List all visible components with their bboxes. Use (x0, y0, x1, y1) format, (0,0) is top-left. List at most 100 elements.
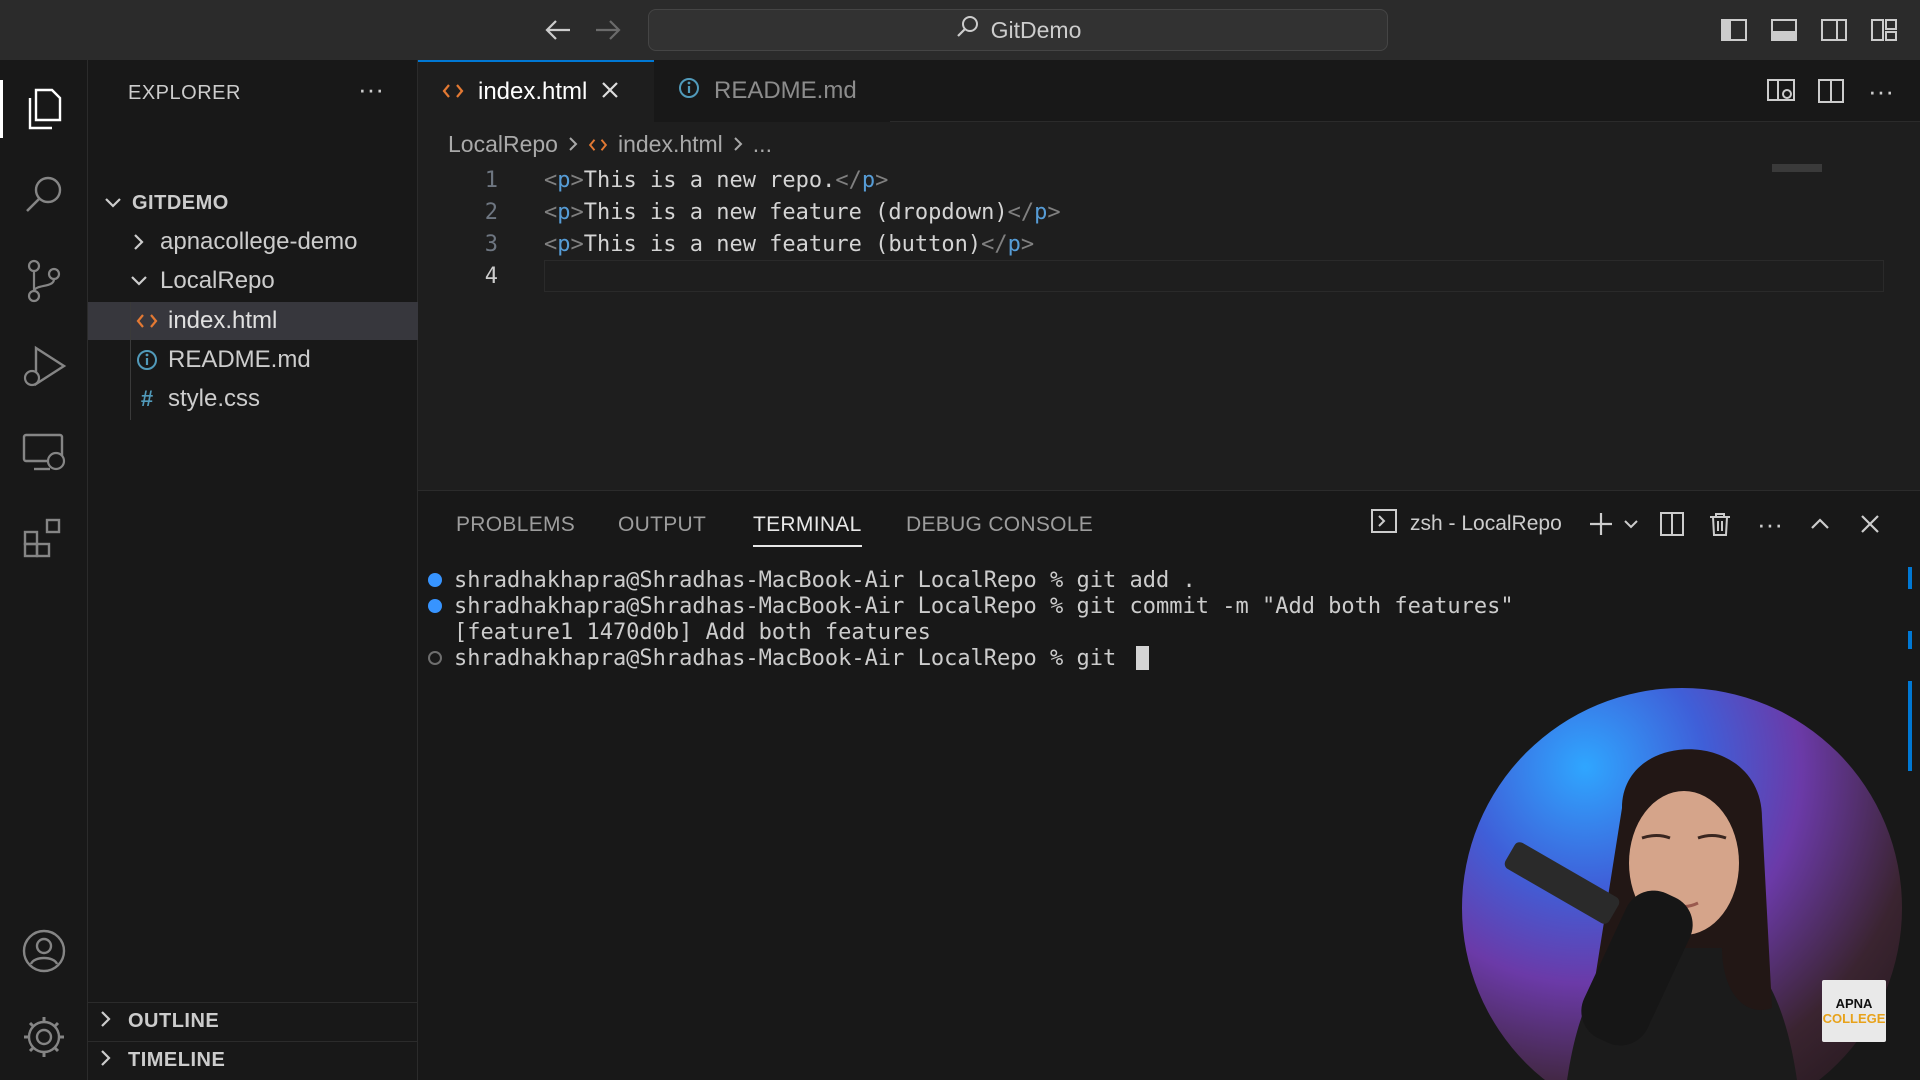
tree-item-label: index.html (168, 307, 278, 334)
tree-file-readme-md[interactable]: README.md (88, 341, 418, 379)
maximize-panel-chevron-up-icon[interactable] (1802, 505, 1838, 543)
editor-tab-bar: index.html README.md ··· (418, 60, 1920, 122)
code-line: 1 <p>This is a new repo.</p> (418, 164, 1768, 196)
scrollbar-marker (1908, 681, 1912, 771)
terminal-line: [feature1 1470d0b] Add both features (454, 619, 931, 645)
line-number: 1 (484, 167, 498, 193)
breadcrumb-symbols[interactable]: ... (753, 131, 772, 158)
workspace-root[interactable]: GITDEMO (88, 184, 418, 222)
chevron-down-icon (100, 197, 126, 209)
minimap[interactable] (1772, 164, 1822, 172)
tab-label: README.md (714, 77, 857, 104)
info-icon (678, 77, 700, 106)
line-number: 3 (484, 231, 498, 257)
command-success-decoration[interactable] (428, 573, 442, 587)
run-debug-icon[interactable] (0, 332, 88, 402)
command-pending-decoration[interactable] (428, 651, 442, 665)
account-icon[interactable] (0, 916, 88, 986)
search-icon (955, 14, 981, 46)
html-file-icon (442, 78, 464, 106)
scrollbar-marker (1908, 631, 1912, 649)
line-number: 4 (484, 263, 498, 289)
tree-file-style-css[interactable]: # style.css (88, 380, 418, 418)
info-icon (130, 349, 164, 371)
chevron-right-icon (100, 1010, 112, 1034)
command-center-label: GitDemo (990, 16, 1082, 43)
breadcrumb-folder[interactable]: LocalRepo (448, 131, 558, 158)
tab-problems[interactable]: PROBLEMS (456, 513, 575, 537)
tree-folder-apnacollege-demo[interactable]: apnacollege-demo (88, 223, 418, 261)
tree-file-index-html[interactable]: index.html (88, 302, 418, 340)
close-icon[interactable] (601, 78, 619, 106)
breadcrumb-file[interactable]: index.html (618, 131, 723, 158)
code-text: <p>This is a new repo.</p> (544, 167, 889, 193)
source-control-icon[interactable] (0, 246, 88, 316)
terminal-selector[interactable]: zsh - LocalRepo (1370, 505, 1562, 543)
terminal-line: shradhakhapra@Shradhas-MacBook-Air Local… (428, 567, 1196, 593)
split-terminal-icon[interactable] (1654, 505, 1690, 543)
terminal-name: zsh - LocalRepo (1410, 512, 1562, 535)
terminal-line: shradhakhapra@Shradhas-MacBook-Air Local… (428, 593, 1514, 619)
terminal-icon (1370, 508, 1398, 540)
tab-index-html[interactable]: index.html (418, 60, 654, 122)
chevron-right-icon (568, 131, 578, 158)
tab-output[interactable]: OUTPUT (618, 513, 706, 537)
chevron-down-icon (126, 275, 152, 287)
explorer-more-actions-button[interactable]: ··· (358, 74, 384, 105)
toggle-primary-sidebar-icon[interactable] (1718, 14, 1750, 46)
title-bar: GitDemo (0, 0, 1920, 60)
terminal-cursor (1135, 646, 1149, 670)
current-line-highlight (544, 260, 1884, 292)
toggle-panel-icon[interactable] (1768, 14, 1800, 46)
chevron-right-icon (733, 131, 743, 158)
code-line: 2 <p>This is a new feature (dropdown)</p… (418, 196, 1768, 228)
tree-folder-localrepo[interactable]: LocalRepo (88, 262, 418, 300)
explorer-sidebar: EXPLORER ··· GITDEMO apnacollege-demo Lo… (88, 60, 418, 1080)
outline-label: OUTLINE (128, 1010, 220, 1032)
breadcrumb: LocalRepo index.html ... (448, 128, 772, 160)
html-file-icon (130, 313, 164, 329)
tree-indent-guide (130, 302, 131, 420)
command-success-decoration[interactable] (428, 599, 442, 613)
command-center-search[interactable]: GitDemo (648, 9, 1388, 51)
explorer-icon[interactable] (0, 74, 88, 144)
tree-item-label: style.css (168, 385, 261, 412)
activity-bar (0, 60, 88, 1080)
split-editor-icon[interactable] (1814, 74, 1848, 108)
workspace-root-label: GITDEMO (132, 191, 229, 214)
scrollbar-marker (1908, 567, 1912, 589)
tab-debug-console[interactable]: DEBUG CONSOLE (906, 513, 1093, 537)
tree-item-label: README.md (168, 346, 311, 373)
new-terminal-plus-icon[interactable] (1586, 505, 1616, 543)
tab-label: index.html (478, 78, 588, 105)
tab-readme-md[interactable]: README.md (654, 60, 890, 122)
chevron-down-icon[interactable] (1618, 505, 1644, 543)
tab-terminal[interactable]: TERMINAL (753, 513, 862, 547)
close-panel-icon[interactable] (1852, 505, 1888, 543)
css-hash-icon: # (140, 386, 154, 411)
outline-section-header[interactable]: OUTLINE (88, 1002, 418, 1040)
chevron-right-icon (126, 233, 152, 251)
tree-item-label: LocalRepo (160, 267, 275, 294)
chevron-right-icon (100, 1049, 112, 1073)
manage-gear-icon[interactable] (0, 1002, 88, 1072)
more-actions-icon[interactable]: ··· (1752, 505, 1788, 543)
more-actions-icon[interactable]: ··· (1864, 74, 1898, 108)
code-editor[interactable]: 1 <p>This is a new repo.</p> 2 <p>This i… (418, 160, 1920, 490)
code-text: <p>This is a new feature (button)</p> (544, 231, 1035, 257)
back-arrow-icon[interactable] (540, 12, 576, 48)
toggle-secondary-sidebar-icon[interactable] (1818, 14, 1850, 46)
timeline-label: TIMELINE (128, 1049, 226, 1071)
kill-terminal-trash-icon[interactable] (1702, 505, 1738, 543)
forward-arrow-icon[interactable] (590, 12, 626, 48)
remote-explorer-icon[interactable] (0, 418, 88, 488)
search-icon[interactable] (0, 160, 88, 230)
extensions-icon[interactable] (0, 504, 88, 574)
tree-item-label: apnacollege-demo (160, 228, 358, 255)
line-number: 2 (484, 199, 498, 225)
terminal-line[interactable]: shradhakhapra@Shradhas-MacBook-Air Local… (428, 645, 1149, 671)
customize-layout-icon[interactable] (1868, 14, 1900, 46)
timeline-section-header[interactable]: TIMELINE (88, 1041, 418, 1079)
open-preview-icon[interactable] (1764, 74, 1798, 108)
explorer-title: EXPLORER (128, 82, 241, 104)
